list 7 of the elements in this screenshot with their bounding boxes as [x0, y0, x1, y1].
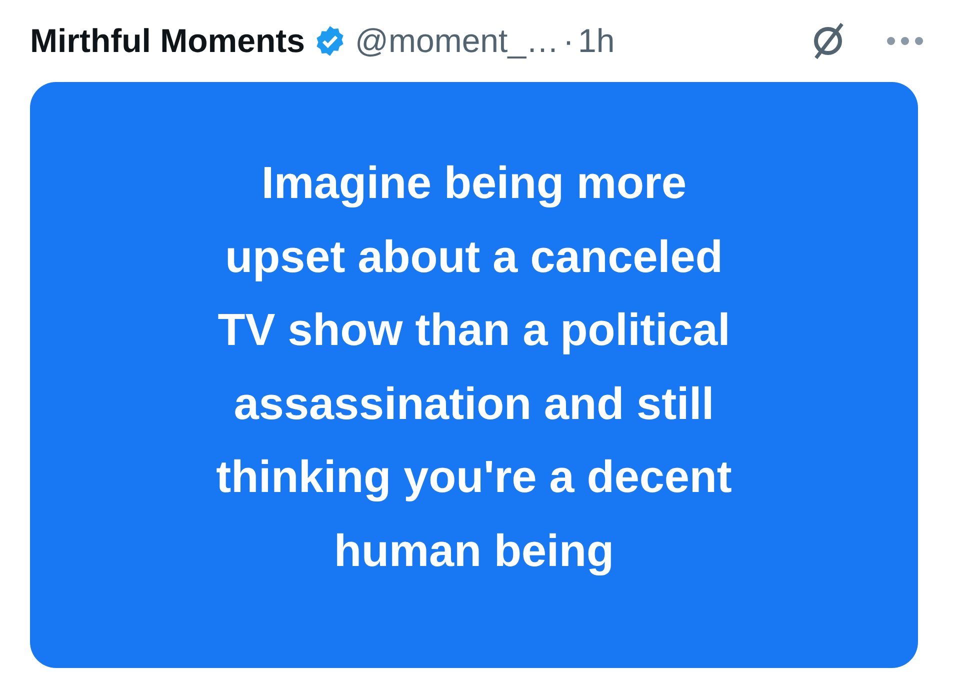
image-card[interactable]: Imagine being more upset about a canceled TV show than a political assassination and still thinking you're a decent human being	[30, 82, 918, 668]
more-icon[interactable]	[886, 36, 924, 46]
separator-dot: ·	[563, 22, 574, 60]
author-handle[interactable]: @moment_…	[354, 22, 560, 60]
card-text: Imagine being more upset about a canceled TV show than a political assassination and still thinking you're a decent human being	[216, 156, 732, 578]
author-name[interactable]: Mirthful Moments	[30, 22, 305, 60]
post-time[interactable]: 1h	[578, 22, 615, 60]
